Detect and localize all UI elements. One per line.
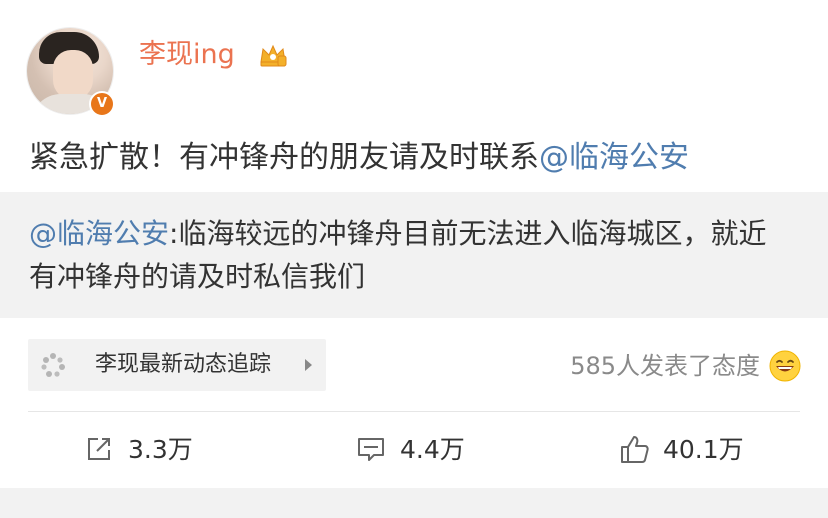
repost-button[interactable]: 3.3万 [84,430,204,470]
like-icon [621,436,649,463]
like-button[interactable]: 40.1万 [619,430,759,470]
repost-icon [88,438,110,460]
post-header: V 李现ing [0,0,828,120]
like-count: 40.1万 [663,435,744,464]
comment-count: 4.4万 [400,435,465,464]
comment-button[interactable]: 4.4万 [356,430,476,470]
post-text: 紧急扩散！有冲锋舟的朋友请及时联系@临海公安 [29,136,809,180]
divider [28,411,800,412]
attitude-count[interactable]: 585人发表了态度 [570,351,760,381]
avatar-face [53,50,93,100]
laugh-emoji-icon[interactable] [769,350,801,382]
repost-text: @临海公安:临海较远的冲锋舟目前无法进入临海城区，就近有冲锋舟的请及时私信我们 [29,212,789,298]
crown-icon[interactable] [258,40,288,70]
tracker-link[interactable]: 李现最新动态追踪 [28,339,326,391]
username[interactable]: 李现ing [139,38,235,72]
post-text-body: 紧急扩散！有冲锋舟的朋友请及时联系 [29,140,539,175]
verified-icon: V [89,91,115,117]
action-bar: 3.3万 4.4万 40.1万 [0,420,828,480]
footer-separator [0,488,828,518]
comment-icon [358,438,384,461]
tracker-label: 李现最新动态追踪 [95,352,272,377]
repost-block[interactable]: @临海公安:临海较远的冲锋舟目前无法进入临海城区，就近有冲锋舟的请及时私信我们 [0,192,828,318]
mention-link[interactable]: @临海公安 [539,140,689,175]
chevron-right-icon [305,359,312,371]
repost-mention-link[interactable]: @临海公安 [29,217,169,250]
dots-icon [41,353,65,377]
repost-count: 3.3万 [128,435,193,464]
